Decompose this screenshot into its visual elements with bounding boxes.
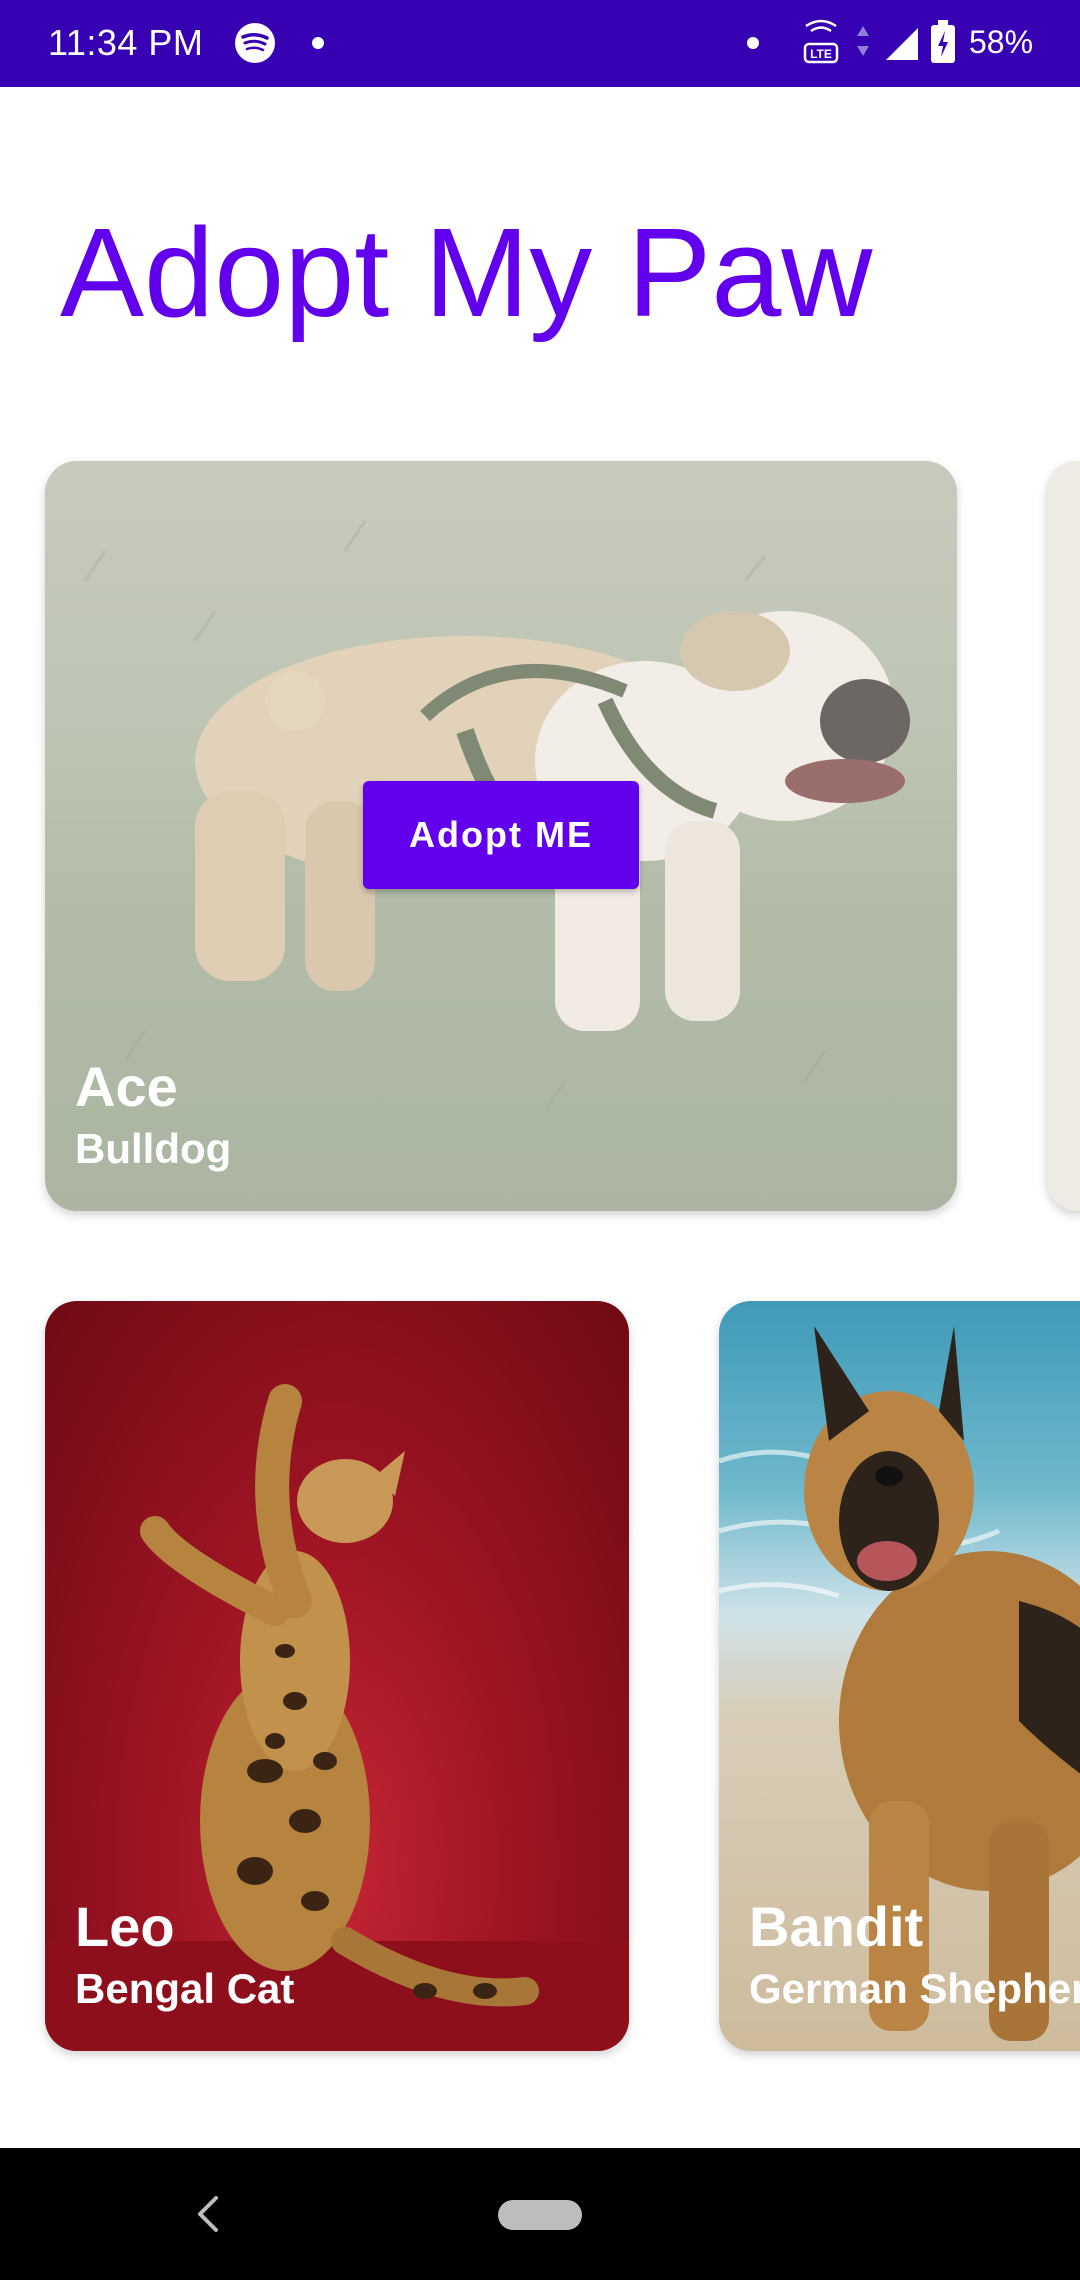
pet-breed: Bengal Cat xyxy=(75,1965,295,2012)
data-arrows-icon xyxy=(857,26,869,56)
pet-card-leo[interactable]: Leo Bengal Cat xyxy=(45,1301,629,2051)
notification-dot-icon xyxy=(747,37,759,49)
battery-percentage: 58% xyxy=(969,24,1034,60)
home-pill-icon[interactable] xyxy=(498,2200,582,2230)
battery-icon xyxy=(931,20,955,63)
pet-name: Ace xyxy=(75,1055,178,1118)
adopt-me-button[interactable]: Adopt ME xyxy=(363,781,639,889)
signal-icon xyxy=(886,28,918,60)
pet-card-ace[interactable]: Adopt ME Ace Bulldog xyxy=(45,461,957,1211)
volte-icon: LTE xyxy=(803,19,839,64)
svg-text:LTE: LTE xyxy=(810,47,832,61)
pet-card-next-peek[interactable] xyxy=(1047,461,1080,1211)
pet-name: Bandit xyxy=(749,1895,924,1958)
back-icon[interactable] xyxy=(192,2194,224,2234)
status-time: 11:34 PM xyxy=(48,22,204,63)
page-title: Adopt My Paw xyxy=(60,202,873,343)
status-bar: 11:34 PM LTE 58% xyxy=(0,0,1080,87)
pet-breed: German Shepherd xyxy=(749,1965,1080,2012)
navigation-bar xyxy=(0,2148,1080,2280)
notification-dot-icon xyxy=(312,37,324,49)
spotify-icon xyxy=(235,23,275,63)
pet-breed: Bulldog xyxy=(75,1125,232,1172)
pet-name: Leo xyxy=(75,1895,175,1958)
pet-card-bandit[interactable]: Bandit German Shepherd xyxy=(719,1301,1080,2051)
